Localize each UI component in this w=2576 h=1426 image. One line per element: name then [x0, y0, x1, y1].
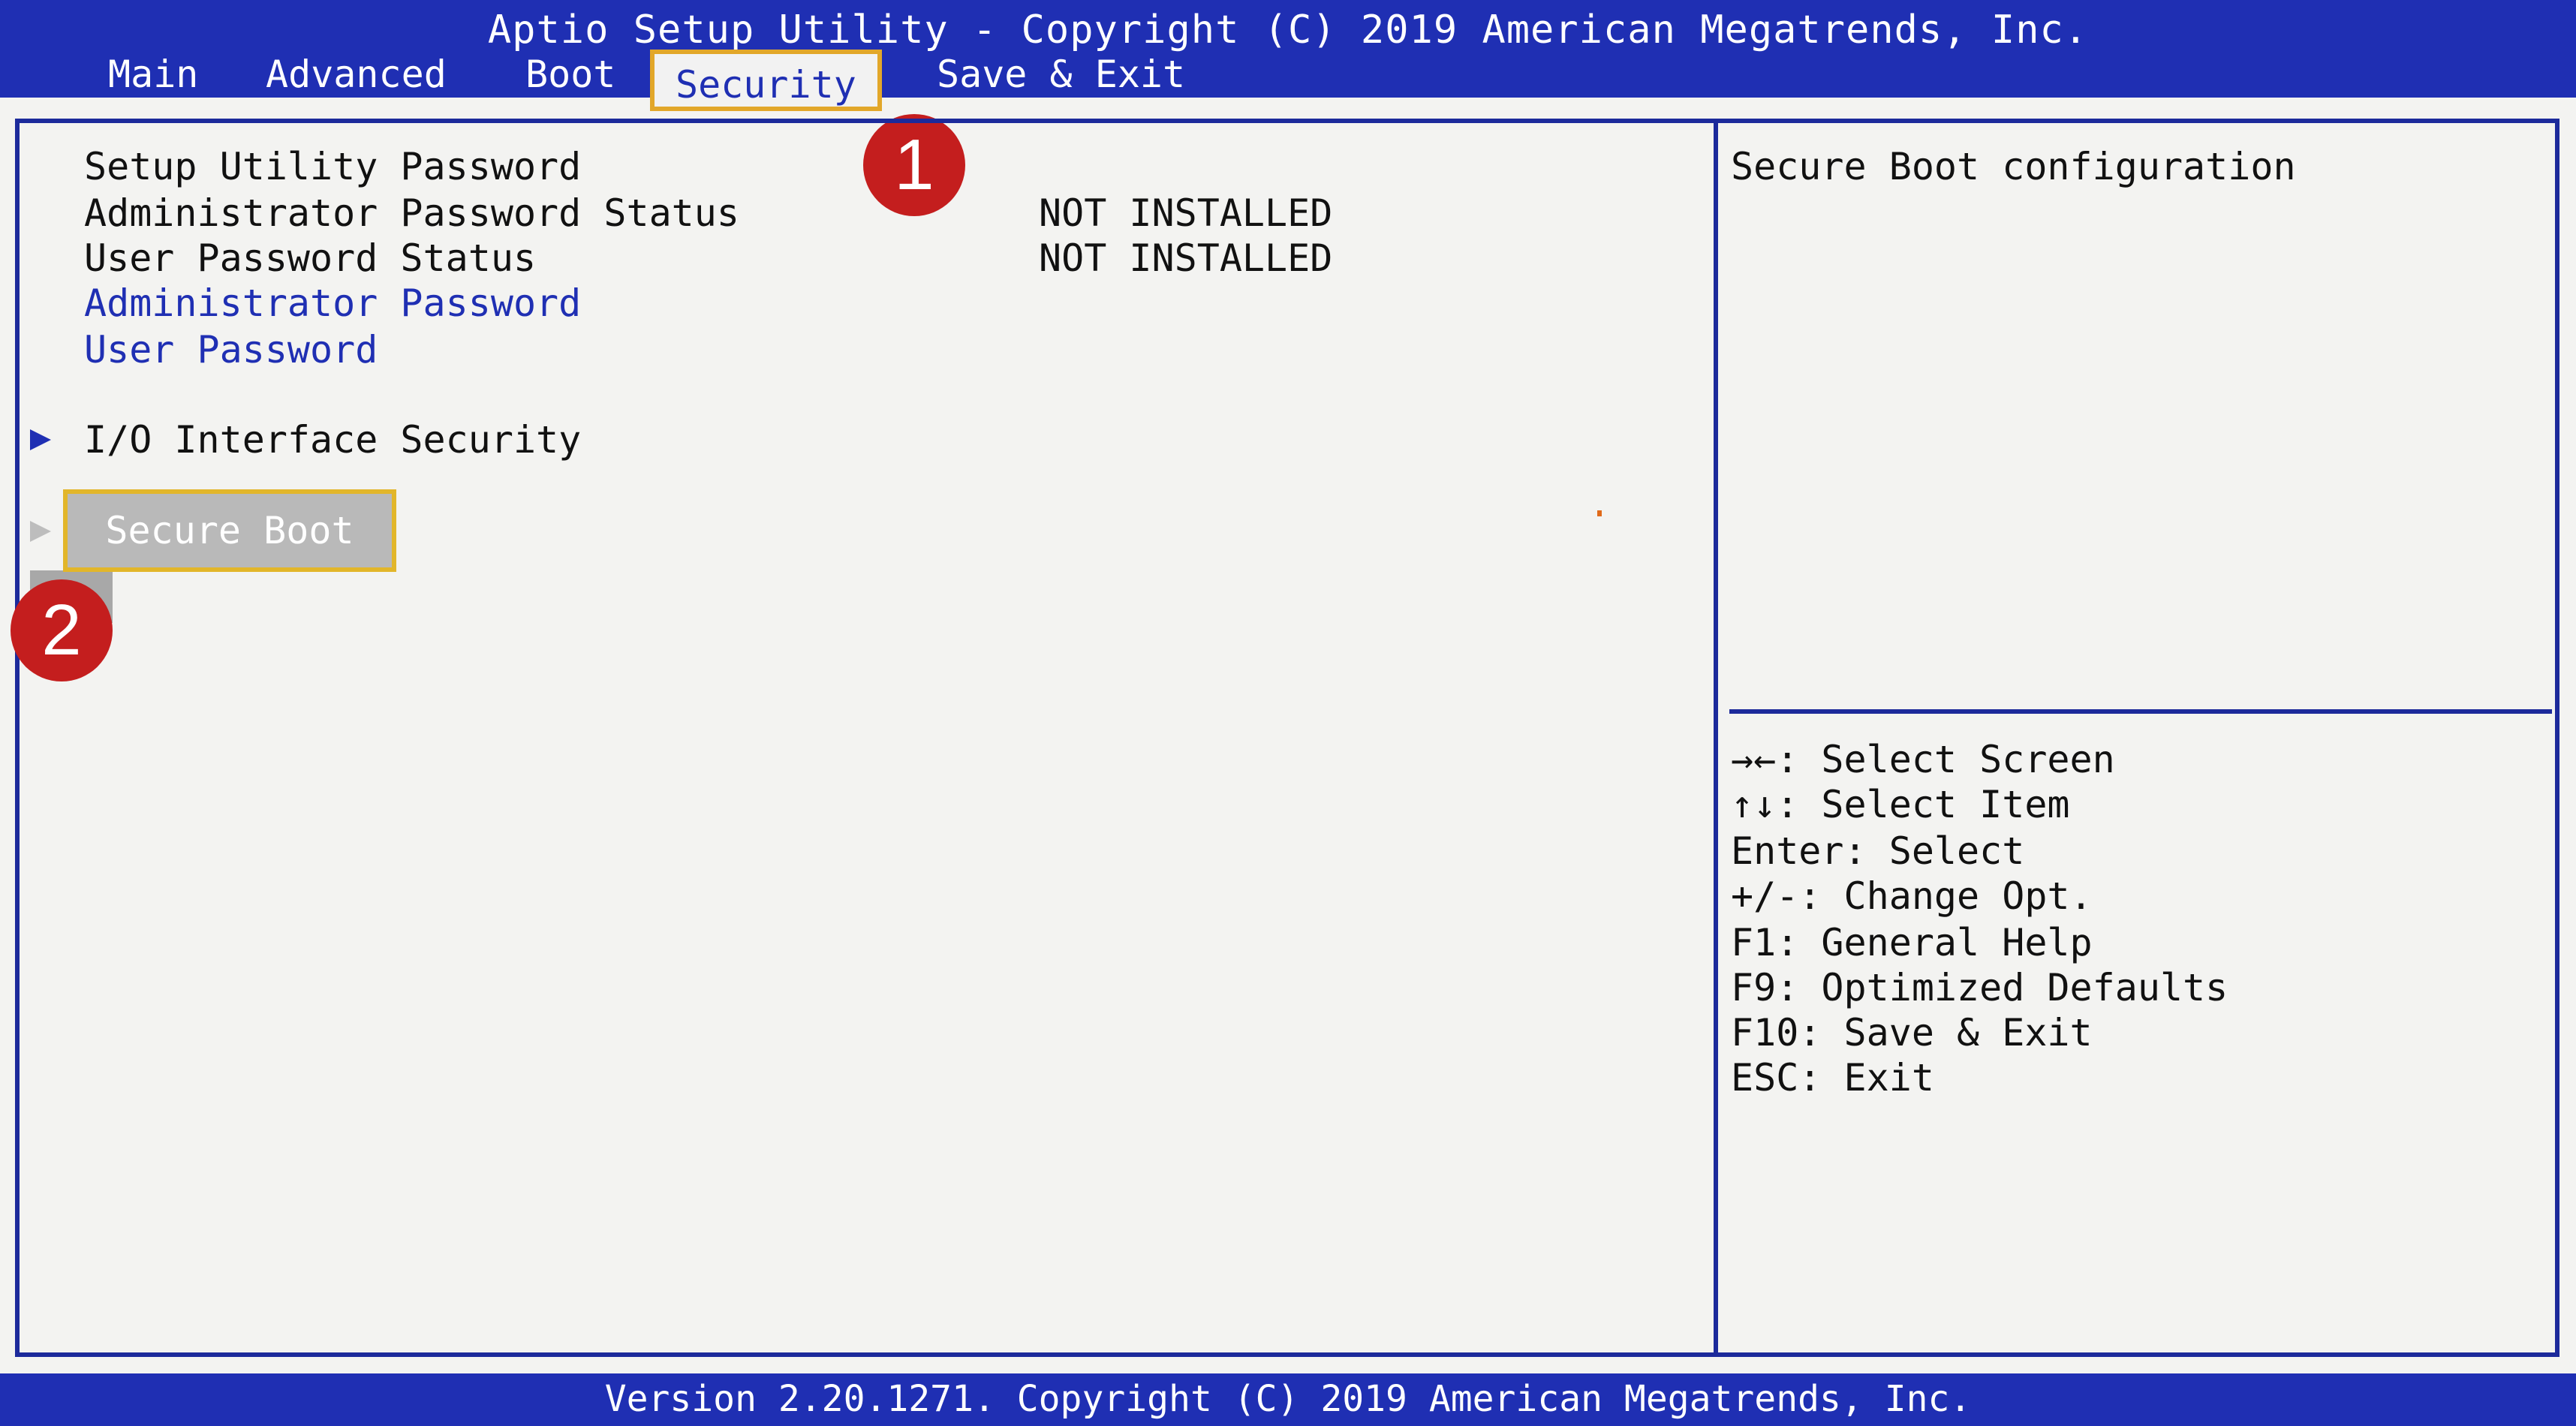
- administrator-password-item[interactable]: Administrator Password: [84, 281, 581, 326]
- user-password-item[interactable]: User Password: [84, 327, 378, 372]
- footer-bar: Version 2.20.1271. Copyright (C) 2019 Am…: [0, 1373, 2576, 1426]
- key-hint-f1: F1: General Help: [1731, 921, 2093, 964]
- key-hint-esc: ESC: Exit: [1731, 1056, 1934, 1100]
- tab-security[interactable]: Security: [650, 50, 882, 111]
- user-password-status-value: NOT INSTALLED: [1039, 236, 1333, 280]
- annotation-badge-2: 2: [11, 579, 113, 681]
- setup-utility-password-label: Setup Utility Password: [84, 145, 582, 188]
- version-text: Version 2.20.1271. Copyright (C) 2019 Am…: [604, 1378, 1972, 1420]
- key-hint-select-item: ↑↓: Select Item: [1731, 783, 2070, 826]
- window-title: Aptio Setup Utility - Copyright (C) 2019…: [487, 8, 2089, 53]
- key-hint-f10: F10: Save & Exit: [1731, 1011, 2093, 1054]
- secure-boot-item[interactable]: Secure Boot: [63, 489, 396, 572]
- key-hint-change-opt: +/-: Change Opt.: [1731, 874, 2093, 918]
- panel-divider: [1714, 119, 1718, 1357]
- stray-mark: [1597, 510, 1602, 516]
- tab-main[interactable]: Main: [108, 51, 198, 98]
- tab-save-exit[interactable]: Save & Exit: [937, 51, 1185, 98]
- submenu-arrow-icon: [30, 429, 51, 450]
- key-hint-enter: Enter: Select: [1731, 829, 2025, 873]
- tab-advanced[interactable]: Advanced: [266, 51, 447, 98]
- admin-password-status-value: NOT INSTALLED: [1039, 191, 1333, 235]
- io-interface-security-item[interactable]: I/O Interface Security: [84, 417, 581, 462]
- secure-boot-label: Secure Boot: [105, 509, 354, 552]
- submenu-arrow-icon: [30, 521, 51, 542]
- admin-password-status-label: Administrator Password Status: [84, 191, 739, 235]
- key-hint-f9: F9: Optimized Defaults: [1731, 966, 2228, 1009]
- help-text: Secure Boot configuration: [1731, 145, 2296, 188]
- header-bar: Aptio Setup Utility - Copyright (C) 2019…: [0, 0, 2576, 111]
- help-divider: [1729, 709, 2552, 714]
- user-password-status-label: User Password Status: [84, 236, 537, 280]
- key-hint-select-screen: →←: Select Screen: [1731, 738, 2115, 781]
- tab-boot[interactable]: Boot: [525, 51, 615, 98]
